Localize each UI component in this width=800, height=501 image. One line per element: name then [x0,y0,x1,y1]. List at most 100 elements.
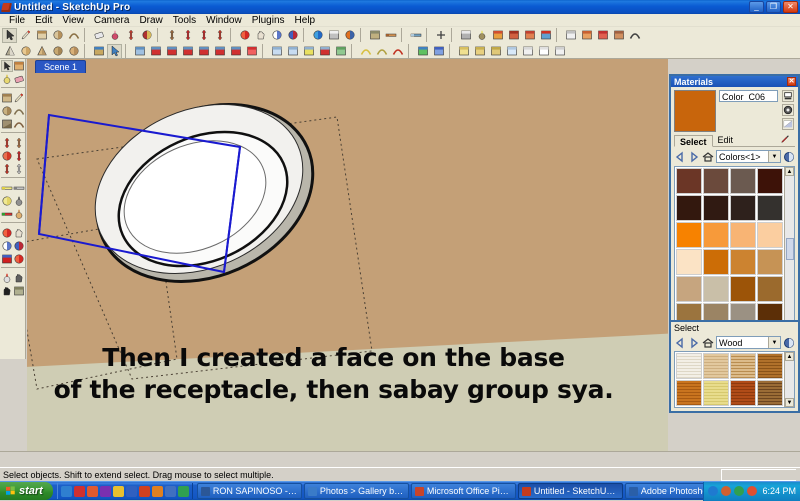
color-swatch[interactable] [730,168,756,194]
component-tool[interactable] [91,44,106,59]
book-tool[interactable] [506,28,521,43]
sun-tool[interactable] [490,28,505,43]
wood-orange-5[interactable] [676,380,702,406]
taskbar-button[interactable]: Untitled - SketchUp Pro [517,483,623,499]
sandbox-from-contours[interactable] [456,44,471,59]
page-tool[interactable] [458,28,473,43]
squiggle-tool[interactable] [627,28,642,43]
materials-tab-select[interactable]: Select [674,135,713,147]
solid-dome[interactable] [50,44,65,59]
tray-network-icon[interactable] [721,486,732,496]
scale-tool[interactable] [212,28,227,43]
menu-file[interactable]: File [4,15,30,26]
3d-text-tool[interactable] [13,208,25,220]
filter-red[interactable] [390,44,405,59]
menu-window[interactable]: Window [201,15,247,26]
color-swatch[interactable] [703,276,729,302]
filter-yellow[interactable] [358,44,373,59]
menu-help[interactable]: Help [290,15,321,26]
arc-tool[interactable] [13,105,25,117]
menu-view[interactable]: View [57,15,89,26]
tape-measure-tool[interactable] [408,28,423,43]
sandbox-smoove[interactable] [488,44,503,59]
wood-pale-6[interactable] [703,380,729,406]
zoom-window-tool[interactable] [13,240,25,252]
freehand-tool[interactable] [13,118,25,130]
fog-tool[interactable] [579,28,594,43]
section-plane-tool[interactable] [367,28,382,43]
color-swatch[interactable] [703,222,729,248]
move-tool[interactable] [1,137,13,149]
color-swatch[interactable] [757,249,783,275]
sandbox-flip[interactable] [552,44,567,59]
position-camera-tool[interactable] [1,272,13,284]
wireframe-style[interactable] [285,44,300,59]
component-select[interactable] [107,43,122,59]
eyedropper-icon[interactable] [780,134,790,144]
follow-me-tool[interactable] [13,150,25,162]
taskbar-button[interactable]: Adobe Photoshop CS... [624,483,704,499]
circle-tool[interactable] [50,28,65,43]
axes-tool[interactable] [1,208,13,220]
wood-scrollbar[interactable]: ▲ ▼ [784,352,794,407]
iso-view[interactable] [228,44,243,59]
color-swatch[interactable] [730,222,756,248]
sample-paint-icon[interactable] [782,104,794,116]
color-swatch[interactable] [730,195,756,221]
select-tool[interactable] [1,60,13,72]
materials-tab-edit[interactable]: Edit [713,134,739,146]
sandbox-drape[interactable] [520,44,535,59]
rectangle-tool[interactable] [34,28,49,43]
color-swatch[interactable] [730,249,756,275]
wood-white-1[interactable] [676,353,702,379]
materials-tool[interactable] [538,28,553,43]
follow-me-tool[interactable] [180,28,195,43]
move-tool[interactable] [123,28,138,43]
scene-tab-1[interactable]: Scene 1 [35,60,87,73]
xray-style[interactable] [269,44,284,59]
start-button[interactable]: start [0,482,53,500]
ql-orange-icon[interactable] [151,485,163,497]
sandbox-from-scratch[interactable] [472,44,487,59]
scroll-thumb[interactable] [785,237,794,260]
home-icon[interactable] [702,337,714,349]
material-name-input[interactable]: Color_C06 [719,90,778,102]
ql-media-icon[interactable] [73,485,85,497]
current-material-swatch[interactable] [674,90,716,132]
text-tool[interactable] [13,195,25,207]
texture-style[interactable] [333,44,348,59]
rotate-tool[interactable] [1,150,13,162]
solid-cone[interactable] [2,44,17,59]
solid-sphere[interactable] [18,44,33,59]
zoom-extents-tool[interactable] [13,253,25,265]
measurements-box[interactable] [721,468,796,481]
chevron-down-icon[interactable]: ▼ [768,151,780,162]
ql-msn-icon[interactable] [86,485,98,497]
ql-doc-icon[interactable] [164,485,176,497]
details-icon[interactable] [783,151,795,163]
push-pull-tool[interactable] [13,137,25,149]
bottom-view[interactable] [212,44,227,59]
wood-light-3[interactable] [730,353,756,379]
layers-tool[interactable] [522,28,537,43]
select-tool[interactable] [2,27,17,43]
taskbar-button[interactable]: Photos > Gallery by P... [303,483,409,499]
wood-medium-4[interactable] [757,353,783,379]
tape-measure-tool[interactable] [1,182,13,194]
paint-bucket-tool[interactable] [1,73,13,85]
color-swatch[interactable] [757,195,783,221]
walk-tool[interactable] [1,285,13,297]
protractor-tool[interactable] [1,195,13,207]
zoom-extents-tool[interactable] [285,28,300,43]
details-icon[interactable] [783,337,795,349]
zoom-tool[interactable] [269,28,284,43]
ql-ie-icon[interactable] [60,485,72,497]
wood-light-2[interactable] [703,353,729,379]
materials-panel-close-button[interactable]: ✕ [787,77,796,86]
color-swatch[interactable] [757,168,783,194]
left-view[interactable] [164,44,179,59]
sandbox-detail[interactable] [536,44,551,59]
color-swatch[interactable] [676,195,702,221]
menu-draw[interactable]: Draw [134,15,167,26]
position-camera[interactable] [342,28,357,43]
